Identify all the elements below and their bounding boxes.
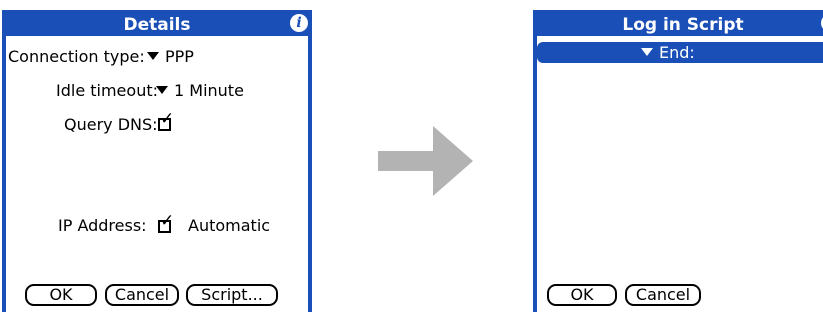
dropdown-triangle-icon bbox=[156, 85, 168, 94]
script-command-dropdown[interactable]: End: bbox=[641, 42, 695, 63]
ok-button[interactable]: OK bbox=[547, 284, 617, 306]
script-button[interactable]: Script... bbox=[186, 284, 278, 306]
connection-type-label: Connection type: bbox=[8, 47, 145, 66]
idle-timeout-dropdown[interactable]: 1 Minute bbox=[156, 81, 244, 100]
log-in-script-title: Log in Script bbox=[622, 15, 744, 35]
connection-type-dropdown[interactable]: PPP bbox=[147, 47, 194, 66]
query-dns-checkbox[interactable]: ✓ bbox=[158, 111, 174, 131]
dropdown-triangle-icon bbox=[147, 51, 159, 60]
ip-address-value: Automatic bbox=[188, 216, 271, 235]
query-dns-label: Query DNS: bbox=[64, 115, 158, 134]
idle-timeout-label: Idle timeout: bbox=[56, 81, 158, 100]
cancel-button[interactable]: Cancel bbox=[625, 284, 701, 306]
ip-address-checkbox[interactable]: ✓ bbox=[158, 213, 174, 233]
dropdown-triangle-icon bbox=[641, 47, 653, 56]
ok-button[interactable]: OK bbox=[25, 284, 97, 306]
checkmark-icon: ✓ bbox=[160, 109, 175, 129]
connection-type-value: PPP bbox=[165, 47, 194, 66]
right-arrow-icon bbox=[378, 126, 473, 196]
details-title: Details bbox=[123, 15, 191, 35]
script-command-value: End: bbox=[659, 43, 695, 62]
details-dialog: Details i Connection type: PPP Idle time… bbox=[2, 10, 312, 312]
details-title-bar: Details bbox=[6, 14, 308, 36]
log-in-script-dialog: Log in Script i End: OK Cancel bbox=[533, 10, 823, 312]
script-command-row[interactable]: End: bbox=[537, 42, 823, 63]
info-icon[interactable]: i bbox=[290, 14, 308, 32]
cancel-button[interactable]: Cancel bbox=[105, 284, 179, 306]
ip-address-label: IP Address: bbox=[58, 216, 147, 235]
idle-timeout-value: 1 Minute bbox=[174, 81, 244, 100]
log-in-script-title-bar: Log in Script bbox=[537, 14, 823, 36]
checkmark-icon: ✓ bbox=[160, 211, 175, 231]
